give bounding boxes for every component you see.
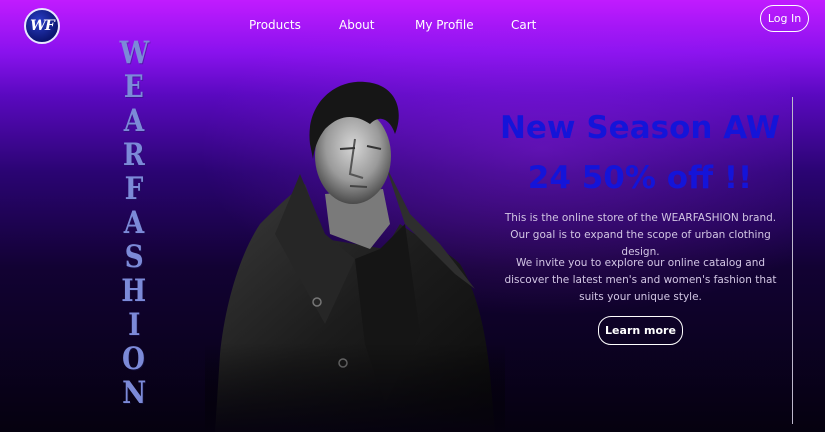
brand-letter: S [124, 239, 144, 275]
brand-letter: H [121, 273, 147, 309]
vertical-brand-wordmark: W E A R F A S H I O N [114, 35, 154, 411]
main-nav: Products About My Profile Cart [0, 18, 825, 34]
headline-line-1: New Season AW [499, 110, 781, 146]
hero-description-2: We invite you to explore our online cata… [504, 257, 777, 303]
hero-headline: New Season AW 24 50% off !! [490, 103, 790, 203]
nav-products[interactable]: Products [249, 18, 301, 32]
brand-letter: E [123, 69, 145, 105]
brand-letter: A [123, 103, 145, 139]
login-button[interactable]: Log In [760, 5, 809, 32]
vertical-divider [792, 97, 793, 424]
learn-more-button[interactable]: Learn more [598, 316, 683, 345]
brand-letter: R [123, 137, 145, 173]
model-in-black-coat-image [205, 74, 505, 432]
nav-about[interactable]: About [339, 18, 374, 32]
brand-letter: F [124, 171, 144, 207]
nav-my-profile[interactable]: My Profile [415, 18, 474, 32]
brand-letter: O [122, 341, 146, 377]
hero-description-1: This is the online store of the WEARFASH… [504, 212, 777, 258]
brand-letter: N [121, 375, 147, 411]
brand-letter: W [119, 35, 149, 71]
brand-letter: A [123, 205, 145, 241]
brand-letter: I [127, 307, 141, 343]
nav-cart[interactable]: Cart [511, 18, 536, 32]
headline-line-2: 24 50% off !! [527, 160, 753, 196]
landing-page: W F Products About My Profile Cart Log In… [0, 0, 825, 432]
